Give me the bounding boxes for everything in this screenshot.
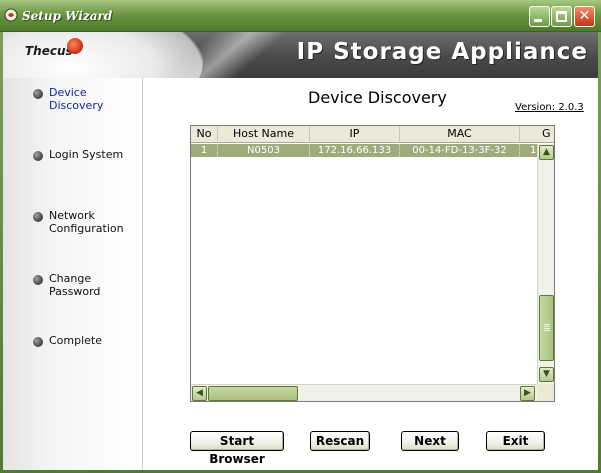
scrollbar-corner (537, 384, 554, 401)
grip-icon (544, 324, 550, 332)
step-bullet-icon (33, 275, 43, 285)
cell-host-name: N0503 (218, 144, 310, 157)
step-label: Complete (49, 334, 103, 347)
vertical-scroll-thumb[interactable] (539, 295, 554, 361)
horizontal-scroll-thumb[interactable] (208, 386, 298, 401)
logo-mark-icon (67, 38, 83, 54)
wizard-steps-sidebar: Device Discovery Login System Network Co… (3, 78, 142, 470)
step-login-system[interactable]: Login System (33, 148, 123, 161)
cell-no: 1 (191, 144, 218, 157)
minimize-icon (534, 19, 542, 22)
minimize-button[interactable] (529, 6, 550, 27)
column-header-ip[interactable]: IP (310, 126, 400, 143)
page-title: Device Discovery (308, 88, 447, 107)
table-header: No Host Name IP MAC G (191, 126, 554, 143)
cell-mac: 00-14-FD-13-3F-32 (400, 144, 520, 157)
step-bullet-icon (33, 151, 43, 161)
title-bar[interactable]: Setup Wizard ✕ (0, 0, 601, 32)
banner: Thecus IP Storage Appliance (3, 32, 598, 78)
step-label: Device Discovery (49, 86, 104, 112)
step-bullet-icon (33, 89, 43, 99)
scroll-left-button[interactable]: ◀ (192, 386, 207, 401)
close-icon: ✕ (578, 8, 591, 24)
rescan-button[interactable]: Rescan (310, 431, 370, 451)
step-complete[interactable]: Complete (33, 334, 102, 347)
cell-g: 1 (530, 145, 537, 156)
app-icon (4, 8, 18, 22)
window-title: Setup Wizard (22, 9, 113, 23)
maximize-icon (556, 11, 567, 22)
start-browser-button[interactable]: Start Browser (190, 431, 284, 466)
step-change-password[interactable]: Change Password (33, 272, 142, 298)
chevron-down-icon: ▼ (543, 369, 550, 379)
horizontal-scrollbar[interactable]: ◀ ▶ (191, 384, 537, 401)
step-label: Login System (49, 148, 124, 161)
wizard-client-area: Thecus IP Storage Appliance Device Disco… (3, 32, 598, 470)
column-header-no[interactable]: No (191, 126, 218, 143)
column-header-mac[interactable]: MAC (400, 126, 520, 143)
cell-ip: 172.16.66.133 (310, 144, 400, 157)
step-bullet-icon (33, 212, 43, 222)
scroll-down-button[interactable]: ▼ (539, 367, 554, 382)
step-label: Change Password (49, 272, 101, 298)
product-title: IP Storage Appliance (296, 39, 588, 65)
column-header-host-name[interactable]: Host Name (218, 126, 310, 143)
close-button[interactable]: ✕ (574, 6, 595, 27)
thecus-logo: Thecus (25, 44, 73, 58)
vertical-scrollbar[interactable]: ▲ ▼ (537, 144, 554, 384)
version-label: Version: 2.0.3 (515, 102, 584, 113)
step-network-configuration[interactable]: Network Configuration (33, 209, 124, 235)
device-list-table[interactable]: No Host Name IP MAC G 1 N0503 172.16.66.… (190, 125, 555, 402)
setup-wizard-window: Setup Wizard ✕ Thecus IP Storage Applian… (0, 0, 601, 473)
exit-button[interactable]: Exit (486, 431, 545, 451)
scroll-up-button[interactable]: ▲ (539, 145, 554, 160)
maximize-button[interactable] (551, 6, 572, 27)
table-row[interactable]: 1 N0503 172.16.66.133 00-14-FD-13-3F-32 … (191, 144, 538, 157)
column-header-g[interactable]: G (520, 126, 554, 143)
chevron-right-icon: ▶ (524, 388, 531, 398)
chevron-up-icon: ▲ (543, 147, 550, 157)
scroll-right-button[interactable]: ▶ (520, 386, 535, 401)
step-bullet-icon (33, 337, 43, 347)
chevron-left-icon: ◀ (196, 388, 203, 398)
step-device-discovery[interactable]: Device Discovery (33, 86, 142, 112)
next-button[interactable]: Next (401, 431, 459, 451)
step-label: Network Configuration (49, 209, 124, 235)
sidebar-divider (142, 78, 144, 470)
